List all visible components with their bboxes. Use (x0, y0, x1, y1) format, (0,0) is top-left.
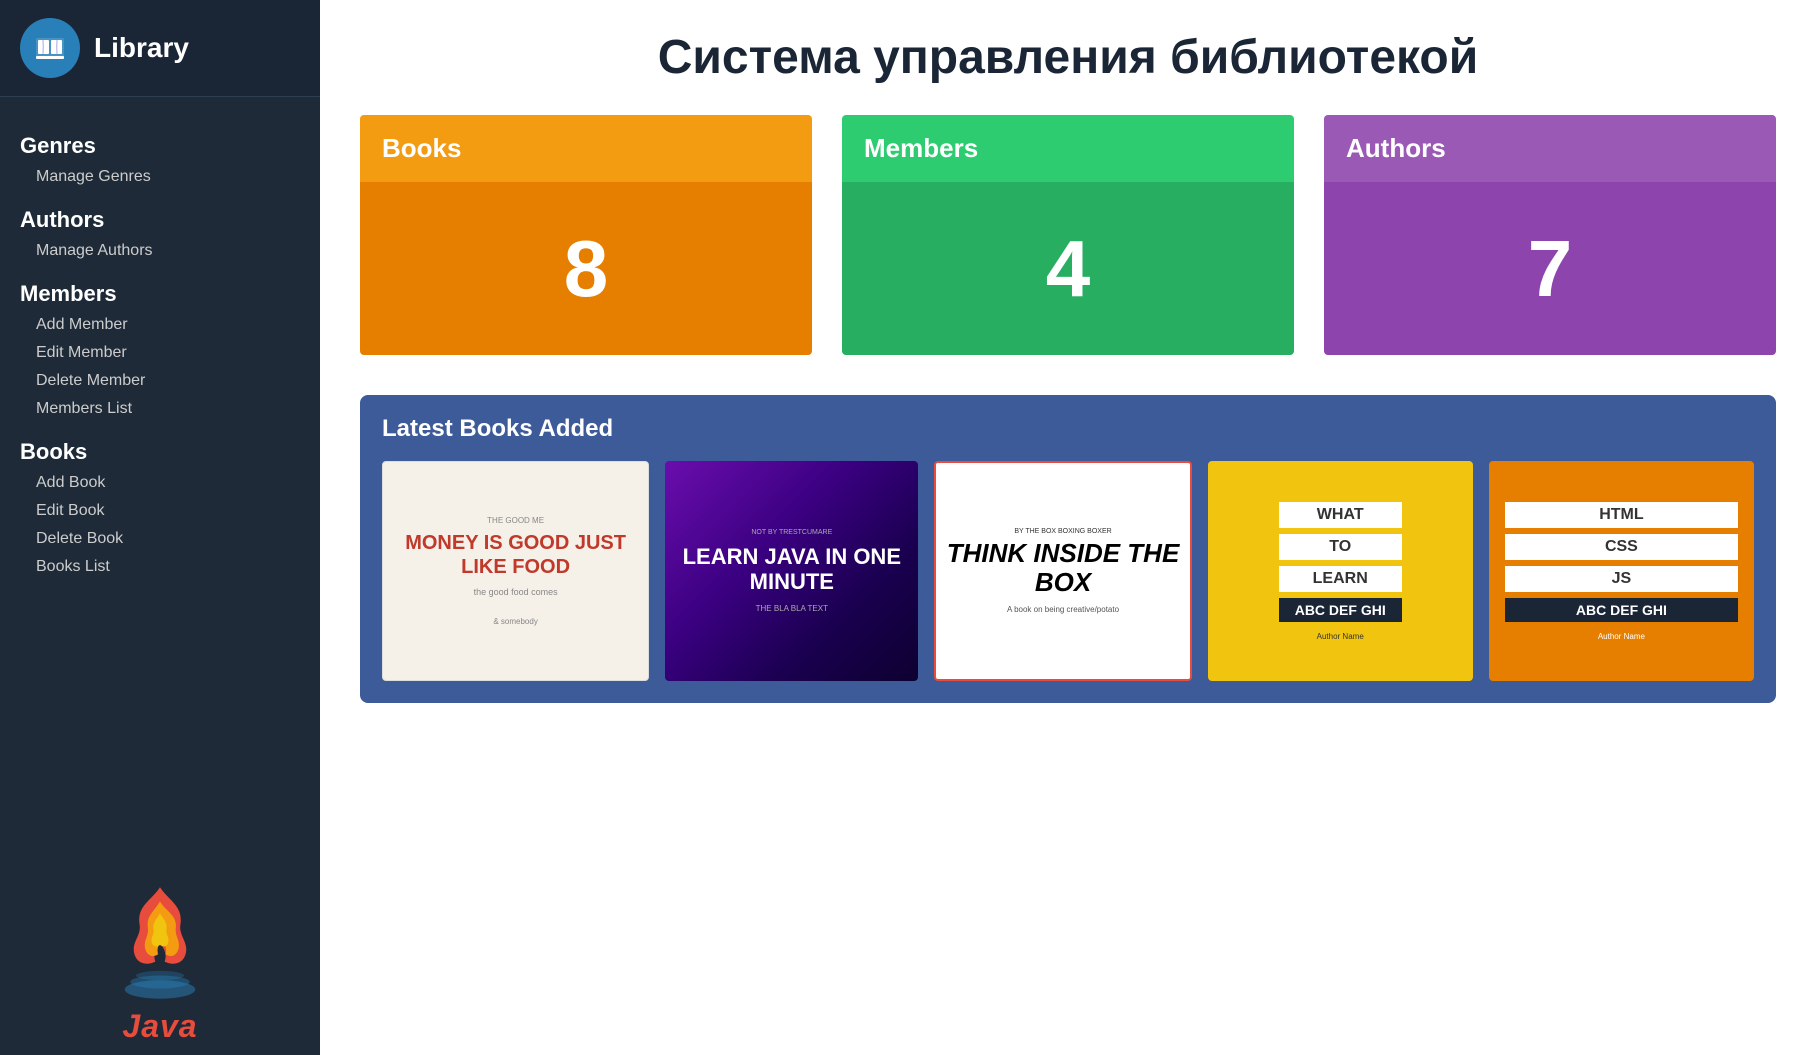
java-label: Java (122, 1008, 197, 1045)
page-title: Система управления библиотекой (360, 30, 1776, 85)
authors-card-body: 7 (1324, 182, 1776, 355)
sidebar-item-add-member[interactable]: Add Member (16, 311, 304, 339)
latest-books-section: Latest Books Added THE GOOD ME MONEY IS … (360, 395, 1776, 703)
sidebar-item-edit-member[interactable]: Edit Member (16, 339, 304, 367)
book5-dark-label: ABC DEF GHI (1505, 598, 1738, 622)
authors-count: 7 (1528, 223, 1573, 315)
book4-label-1: TO (1279, 534, 1402, 560)
books-card-header: Books (360, 115, 812, 182)
sidebar-item-manage-genres[interactable]: Manage Genres (16, 163, 304, 191)
book4-author: Author Name (1317, 632, 1364, 641)
main-content: Система управления библиотекой Books 8 M… (320, 0, 1816, 1055)
book-cover-5[interactable]: HTML CSS JS ABC DEF GHI Author Name (1489, 461, 1754, 681)
books-card-body: 8 (360, 182, 812, 355)
book1-author: & somebody (493, 617, 537, 626)
sidebar-item-manage-authors[interactable]: Manage Authors (16, 237, 304, 265)
nav-section-books: Books (16, 439, 304, 465)
sidebar-nav: Genres Manage Genres Authors Manage Auth… (0, 97, 320, 858)
sidebar-item-edit-book[interactable]: Edit Book (16, 497, 304, 525)
book5-label-0: HTML (1505, 502, 1738, 528)
sidebar-logo[interactable]: Library (0, 0, 320, 97)
authors-label: Authors (1346, 133, 1446, 163)
book2-sub: THE BLA BLA TEXT (756, 604, 828, 613)
members-card-body: 4 (842, 182, 1294, 355)
library-icon (20, 18, 80, 78)
sidebar-item-delete-book[interactable]: Delete Book (16, 525, 304, 553)
latest-books-title: Latest Books Added (382, 415, 1754, 443)
book1-sub: the good food comes (474, 587, 558, 597)
book3-small: BY THE BOX BOXING BOXER (1014, 528, 1111, 535)
authors-card-header: Authors (1324, 115, 1776, 182)
sidebar-item-members-list[interactable]: Members List (16, 395, 304, 423)
book-cover-2[interactable]: NOT BY TRESTCUMARE LEARN JAVA IN ONE MIN… (665, 461, 918, 681)
sidebar-item-delete-member[interactable]: Delete Member (16, 367, 304, 395)
book5-label-2: JS (1505, 566, 1738, 592)
book5-author: Author Name (1598, 632, 1645, 641)
book4-label-2: LEARN (1279, 566, 1402, 592)
members-stat-card[interactable]: Members 4 (842, 115, 1294, 355)
book1-small: THE GOOD ME (487, 516, 544, 525)
book1-title: MONEY IS GOOD JUST LIKE FOOD (399, 531, 632, 579)
book4-labels: WHAT TO LEARN ABC DEF GHI (1279, 502, 1402, 622)
java-logo: Java (0, 858, 320, 1055)
sidebar-item-books-list[interactable]: Books List (16, 553, 304, 581)
book-cover-4[interactable]: WHAT TO LEARN ABC DEF GHI Author Name (1208, 461, 1473, 681)
sidebar-item-add-book[interactable]: Add Book (16, 469, 304, 497)
members-card-header: Members (842, 115, 1294, 182)
book3-sub: A book on being creative/potato (1007, 605, 1119, 614)
book4-label-0: WHAT (1279, 502, 1402, 528)
nav-section-authors: Authors (16, 207, 304, 233)
book-cover-1[interactable]: THE GOOD ME MONEY IS GOOD JUST LIKE FOOD… (382, 461, 649, 681)
book3-title: THINK INSIDE THE BOX (946, 539, 1179, 596)
book-cover-3[interactable]: BY THE BOX BOXING BOXER THINK INSIDE THE… (934, 461, 1191, 681)
java-flame-icon (100, 878, 220, 1008)
book5-label-1: CSS (1505, 534, 1738, 560)
sidebar: Library Genres Manage Genres Authors Man… (0, 0, 320, 1055)
authors-stat-card[interactable]: Authors 7 (1324, 115, 1776, 355)
books-count: 8 (564, 223, 609, 315)
books-stat-card[interactable]: Books 8 (360, 115, 812, 355)
books-row: THE GOOD ME MONEY IS GOOD JUST LIKE FOOD… (382, 461, 1754, 681)
book5-labels: HTML CSS JS ABC DEF GHI (1505, 502, 1738, 622)
page-header: Система управления библиотекой (360, 0, 1776, 115)
members-label: Members (864, 133, 978, 163)
members-count: 4 (1046, 223, 1091, 315)
book2-small: NOT BY TRESTCUMARE (751, 529, 832, 536)
book4-dark-label: ABC DEF GHI (1279, 598, 1402, 622)
logo-text: Library (94, 32, 189, 64)
books-label: Books (382, 133, 461, 163)
stats-row: Books 8 Members 4 Authors 7 (360, 115, 1776, 355)
book2-title: LEARN JAVA IN ONE MINUTE (675, 544, 908, 595)
nav-section-genres: Genres (16, 133, 304, 159)
nav-section-members: Members (16, 281, 304, 307)
